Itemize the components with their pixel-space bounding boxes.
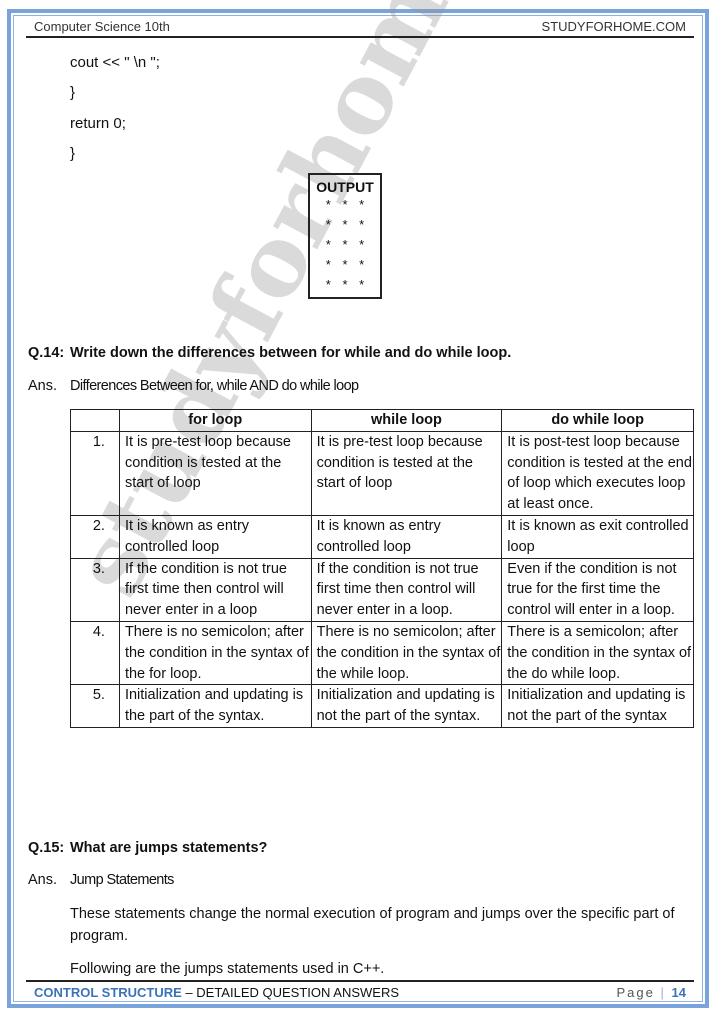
cell-for-loop: There is no semicolon; after the conditi… [118,620,312,686]
table-row: 2. It is known as entry controlled loop … [70,514,694,559]
cell-while-loop: There is no semicolon; after the conditi… [310,620,503,686]
question-15: Q.15: What are jumps statements? [28,840,267,856]
row-number: 3. [70,557,120,622]
output-row: * * * [325,197,369,212]
row-number: 5. [70,684,120,728]
footer-subtitle: – DETAILED QUESTION ANSWERS [181,985,400,1000]
table-row: 1. It is pre-test loop because condition… [70,430,694,516]
question-14: Q.14: Write down the differences between … [28,345,511,361]
question-number: Q.15: [28,840,65,856]
code-line: cout << " \n "; [70,54,160,71]
header-cell-index [70,409,120,432]
answer-heading: Differences Between for, while AND do wh… [70,378,359,394]
output-title: OUTPUT [316,179,374,195]
answer-label: Ans. [28,378,58,394]
table-row: 5. Initialization and updating is the pa… [70,684,694,728]
cell-while-loop: Initialization and updating is not the p… [310,684,503,728]
cell-while-loop: It is known as entry controlled loop [310,514,503,559]
answer-15: Ans. Jump Statements [28,872,174,888]
answer-14: Ans. Differences Between for, while AND d… [28,378,359,394]
cell-while-loop: If the condition is not true first time … [310,557,503,622]
cell-while-loop: It is pre-test loop because condition is… [310,430,503,516]
page-header: Computer Science 10th STUDYFORHOME.COM [26,16,694,38]
cell-do-while-loop: Initialization and updating is not the p… [501,684,694,728]
cell-do-while-loop: Even if the condition is not true for th… [501,557,694,622]
question-text: Write down the differences between for w… [70,345,512,361]
header-site: STUDYFORHOME.COM [541,19,686,34]
cell-do-while-loop: It is post-test loop because condition i… [501,430,694,516]
header-cell-do-while-loop: do while loop [501,409,694,432]
page-label: Page [616,985,655,1000]
answer-label: Ans. [28,872,58,888]
footer-title: CONTROL STRUCTURE – DETAILED QUESTION AN… [34,985,399,1000]
cell-for-loop: Initialization and updating is the part … [118,684,312,728]
table-header-row: for loop while loop do while loop [70,409,694,432]
row-number: 2. [70,514,120,559]
cell-for-loop: It is known as entry controlled loop [118,514,312,559]
table-row: 3. If the condition is not true first ti… [70,557,694,622]
answer-heading: Jump Statements [70,872,174,888]
output-row: * * * [325,257,369,272]
paragraph: These statements change the normal execu… [70,906,675,944]
paragraph: Following are the jumps statements used … [70,961,385,977]
question-number: Q.14: [28,345,65,361]
page-number: 14 [671,985,686,1000]
output-row: * * * [325,217,369,232]
header-cell-while-loop: while loop [310,409,503,432]
row-number: 4. [70,620,120,686]
row-number: 1. [70,430,120,516]
page-indicator: Page | 14 [617,985,686,1000]
header-subject: Computer Science 10th [34,19,170,34]
cell-for-loop: It is pre-test loop because condition is… [118,430,312,516]
header-cell-for-loop: for loop [118,409,312,432]
output-box: OUTPUT * * * * * * * * * * * * * * * [308,173,382,299]
code-line: } [70,84,76,101]
output-row: * * * [325,277,369,292]
code-line: return 0; [70,115,126,132]
page-separator: | [660,985,666,1000]
cell-for-loop: If the condition is not true first time … [118,557,312,622]
cell-do-while-loop: It is known as exit controlled loop [501,514,694,559]
footer-chapter: CONTROL STRUCTURE [34,985,182,1000]
table-row: 4. There is no semicolon; after the cond… [70,620,694,686]
cell-do-while-loop: There is a semicolon; after the conditio… [501,620,694,686]
question-text: What are jumps statements? [70,840,268,856]
page-footer: CONTROL STRUCTURE – DETAILED QUESTION AN… [26,980,694,1002]
code-line: } [70,145,76,162]
output-row: * * * [325,237,369,252]
differences-table: for loop while loop do while loop 1. It … [70,409,694,728]
